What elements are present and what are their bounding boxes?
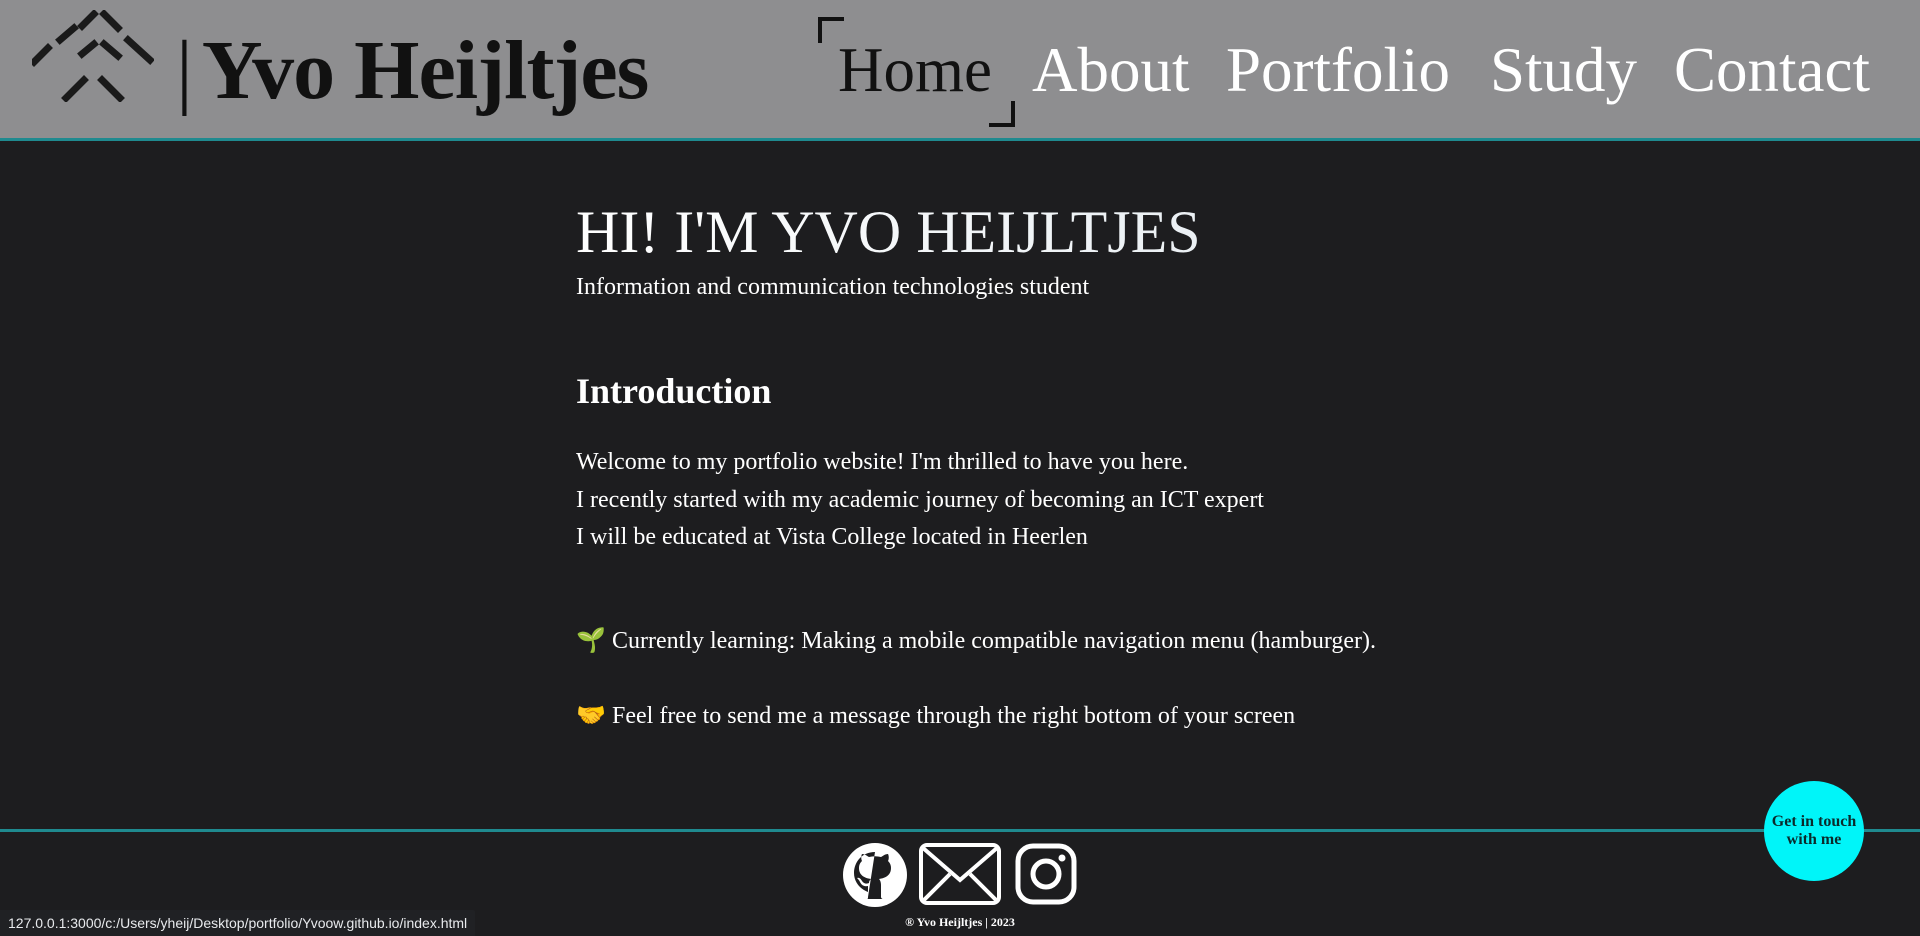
intro-heading: Introduction: [576, 371, 772, 411]
brand-name: Yvo Heijltjes: [201, 24, 650, 117]
nav-home[interactable]: Home: [838, 30, 992, 110]
footer-divider: [0, 829, 1920, 832]
hero-title: HI! I'M YVO HEIJLTJES: [576, 196, 1576, 268]
get-in-touch-button[interactable]: Get in touch with me: [1764, 781, 1864, 881]
github-icon[interactable]: [842, 842, 908, 908]
message-note: 🤝 Feel free to send me a message through …: [576, 701, 1295, 730]
intro-text: Welcome to my portfolio website! I'm thr…: [576, 444, 1264, 557]
currently-learning-note: 🌱 Currently learning: Making a mobile com…: [576, 626, 1376, 655]
nav-contact[interactable]: Contact: [1674, 30, 1870, 110]
nav-portfolio[interactable]: Portfolio: [1226, 30, 1450, 110]
nav-study[interactable]: Study: [1490, 30, 1637, 110]
browser-status-bar: 127.0.0.1:3000/c:/Users/yheij/Desktop/po…: [0, 910, 476, 936]
note-text: Feel free to send me a message through t…: [612, 703, 1296, 729]
active-nav-corner-bottom-right: [989, 101, 1015, 127]
note-text: Currently learning: Making a mobile comp…: [612, 628, 1377, 654]
mail-icon[interactable]: [918, 842, 1002, 906]
intro-line: I will be educated at Vista College loca…: [576, 524, 1088, 550]
nav-about[interactable]: About: [1032, 30, 1190, 110]
brand-title[interactable]: | Yvo Heijltjes: [176, 16, 650, 126]
intro-line: Welcome to my portfolio website! I'm thr…: [576, 449, 1189, 475]
brand-separator: |: [176, 24, 193, 117]
hero-subtitle: Information and communication technologi…: [576, 274, 1090, 300]
logo-icon[interactable]: [32, 10, 154, 102]
instagram-icon[interactable]: [1014, 842, 1078, 906]
handshake-icon: 🤝: [576, 703, 606, 729]
site-header: | Yvo Heijltjes Home About Portfolio Stud…: [0, 0, 1920, 141]
get-in-touch-label: Get in touch with me: [1771, 813, 1857, 848]
main-content: HI! I'M YVO HEIJLTJES Information and co…: [576, 196, 1576, 729]
seedling-icon: 🌱: [576, 628, 606, 654]
intro-line: I recently started with my academic jour…: [576, 486, 1264, 513]
